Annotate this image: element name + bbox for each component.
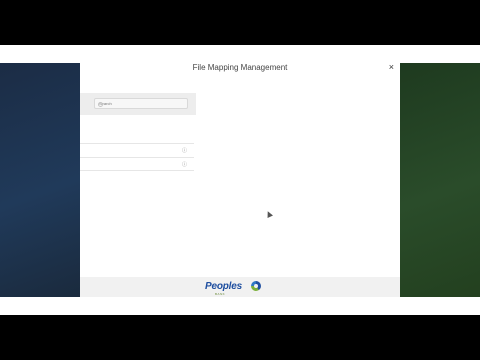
list-item[interactable]: ⓘ [80, 157, 194, 171]
list-item[interactable]: ⓘ [80, 143, 194, 157]
logo-subtext: BANK [215, 292, 226, 296]
modal-title: File Mapping Management [192, 63, 288, 72]
mapping-list: ⓘ ⓘ [80, 143, 194, 171]
search-icon [98, 102, 103, 107]
search-input[interactable] [94, 98, 188, 109]
background-right [400, 63, 480, 297]
modal-footer: Peoples BANK [80, 277, 400, 297]
close-button[interactable]: × [389, 62, 394, 72]
background-left [0, 63, 80, 297]
peoples-bank-logo: Peoples BANK [205, 279, 275, 296]
logo-text: Peoples [205, 281, 242, 292]
info-icon[interactable]: ⓘ [182, 147, 187, 154]
mouse-cursor-icon [265, 210, 273, 218]
logo-mark-icon [251, 281, 261, 291]
file-mapping-modal: File Mapping Management × ⓘ ⓘ Peoples BA… [80, 57, 400, 297]
info-icon[interactable]: ⓘ [182, 161, 187, 168]
app-window: File Mapping Management × ⓘ ⓘ Peoples BA… [0, 45, 480, 315]
search-panel [80, 93, 196, 115]
